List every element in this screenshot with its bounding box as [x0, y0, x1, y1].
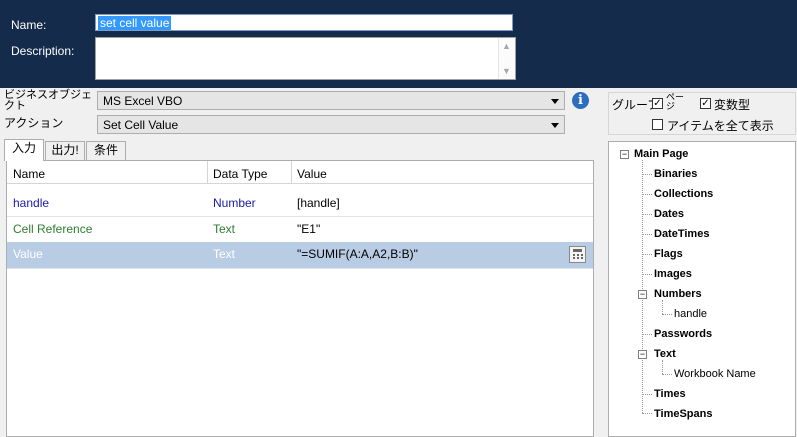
scroll-down-icon[interactable]: ▼ — [502, 67, 511, 76]
column-header-data-type[interactable]: Data Type — [213, 167, 267, 181]
tree-item-numbers[interactable]: Numbers — [654, 288, 702, 300]
table-row[interactable]: handle Number [handle] — [7, 190, 593, 217]
action-label: アクション — [4, 116, 64, 130]
name-input-selected-text: set cell value — [98, 16, 172, 30]
column-header-name[interactable]: Name — [13, 167, 45, 181]
name-label: Name: — [11, 18, 47, 32]
tree-item[interactable]: Images — [654, 268, 692, 280]
param-name: Value — [13, 247, 43, 261]
table-row-selected[interactable]: Value Text "=SUMIF(A:A,A2,B:B)" — [7, 242, 593, 269]
parameters-grid: Name Data Type Value handle Number [hand… — [6, 160, 594, 437]
param-name: handle — [13, 196, 50, 210]
param-value[interactable]: [handle] — [297, 196, 340, 210]
chevron-down-icon[interactable] — [551, 123, 559, 128]
tree-item-text[interactable]: Text — [654, 348, 676, 360]
page-checkbox-label: ページ — [666, 92, 685, 111]
tree-item-main-page[interactable]: Main Page — [634, 148, 688, 160]
business-object-label: ビジネスオブジェクト — [4, 89, 92, 112]
show-all-label: アイテムを全て表示 — [667, 119, 774, 133]
tab-outputs[interactable]: 出力! — [45, 141, 85, 160]
tree-item[interactable]: Dates — [654, 208, 684, 220]
data-item-tree: − Main Page Binaries Collections Dates D… — [608, 141, 796, 437]
tree-item[interactable]: Times — [654, 388, 686, 400]
variable-type-checkbox[interactable]: ✓ — [700, 98, 711, 109]
column-divider[interactable] — [207, 161, 208, 183]
calculator-icon[interactable] — [569, 246, 586, 263]
info-icon[interactable]: i — [572, 92, 589, 109]
param-value[interactable]: "=SUMIF(A:A,A2,B:B)" — [297, 247, 418, 261]
description-input[interactable]: ▲ ▼ — [95, 37, 516, 80]
collapse-icon[interactable]: − — [638, 350, 647, 359]
business-object-value: MS Excel VBO — [103, 94, 183, 108]
tree-item[interactable]: Collections — [654, 188, 713, 200]
page-checkbox[interactable]: ✓ — [652, 98, 663, 109]
tree-item[interactable]: TimeSpans — [654, 408, 713, 420]
param-type: Number — [213, 196, 256, 210]
param-type: Text — [213, 222, 236, 236]
tree-item[interactable]: Passwords — [654, 328, 712, 340]
collapse-icon[interactable]: − — [620, 150, 629, 159]
scroll-up-icon[interactable]: ▲ — [502, 42, 511, 51]
properties-header: Name: set cell value Description: ▲ ▼ — [0, 0, 797, 88]
param-name: Cell Reference — [13, 222, 93, 236]
business-object-dropdown[interactable]: MS Excel VBO — [97, 91, 565, 110]
description-scrollbar[interactable]: ▲ ▼ — [498, 38, 515, 79]
tree-item[interactable]: DateTimes — [654, 228, 709, 240]
action-dropdown[interactable]: Set Cell Value — [97, 115, 565, 134]
variable-type-label: 変数型 — [714, 98, 751, 112]
tab-inputs[interactable]: 入力 — [4, 139, 44, 161]
chevron-down-icon[interactable] — [551, 99, 559, 104]
column-header-value[interactable]: Value — [297, 167, 327, 181]
column-divider[interactable] — [291, 161, 292, 183]
grid-header: Name Data Type Value — [7, 161, 593, 184]
param-type: Text — [213, 247, 236, 261]
collapse-icon[interactable]: − — [638, 290, 647, 299]
tree-item[interactable]: Binaries — [654, 168, 697, 180]
tab-conditions[interactable]: 条件 — [86, 141, 126, 160]
description-label: Description: — [11, 44, 75, 58]
name-input[interactable]: set cell value — [95, 14, 513, 31]
tree-item-handle[interactable]: handle — [674, 308, 707, 320]
table-row[interactable]: Cell Reference Text "E1" — [7, 216, 593, 243]
param-value[interactable]: "E1" — [297, 222, 320, 236]
show-all-checkbox[interactable] — [652, 119, 663, 130]
action-value: Set Cell Value — [103, 118, 179, 132]
tree-item-workbook-name[interactable]: Workbook Name — [674, 368, 756, 380]
tree-item[interactable]: Flags — [654, 248, 683, 260]
